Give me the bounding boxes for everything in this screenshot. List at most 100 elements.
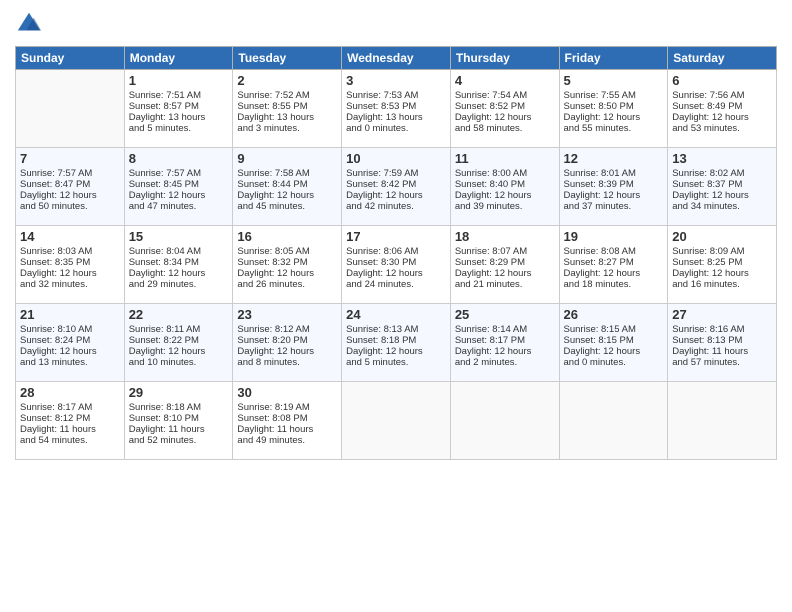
- day-info-line: Sunrise: 7:52 AM: [237, 90, 337, 101]
- day-info-line: Sunset: 8:15 PM: [564, 335, 664, 346]
- day-number: 14: [20, 229, 120, 244]
- day-info-line: Daylight: 12 hours: [564, 112, 664, 123]
- day-info-line: and 34 minutes.: [672, 201, 772, 212]
- day-info-line: Sunrise: 7:53 AM: [346, 90, 446, 101]
- calendar-cell: 23Sunrise: 8:12 AMSunset: 8:20 PMDayligh…: [233, 304, 342, 382]
- calendar-cell: 3Sunrise: 7:53 AMSunset: 8:53 PMDaylight…: [342, 70, 451, 148]
- day-info-line: Sunrise: 8:04 AM: [129, 246, 229, 257]
- calendar-cell: 26Sunrise: 8:15 AMSunset: 8:15 PMDayligh…: [559, 304, 668, 382]
- weekday-header: Saturday: [668, 47, 777, 70]
- day-info-line: and 55 minutes.: [564, 123, 664, 134]
- day-info-line: Sunset: 8:13 PM: [672, 335, 772, 346]
- day-number: 4: [455, 73, 555, 88]
- day-number: 11: [455, 151, 555, 166]
- day-info-line: Daylight: 12 hours: [129, 346, 229, 357]
- day-info-line: Sunrise: 7:56 AM: [672, 90, 772, 101]
- day-info-line: Sunrise: 8:06 AM: [346, 246, 446, 257]
- day-number: 22: [129, 307, 229, 322]
- day-info-line: Daylight: 12 hours: [237, 190, 337, 201]
- day-info-line: Daylight: 12 hours: [455, 346, 555, 357]
- day-info-line: Daylight: 12 hours: [564, 268, 664, 279]
- calendar-cell: 6Sunrise: 7:56 AMSunset: 8:49 PMDaylight…: [668, 70, 777, 148]
- calendar-cell: 10Sunrise: 7:59 AMSunset: 8:42 PMDayligh…: [342, 148, 451, 226]
- day-info-line: Daylight: 12 hours: [455, 112, 555, 123]
- day-info-line: Sunset: 8:30 PM: [346, 257, 446, 268]
- day-info-line: Daylight: 11 hours: [20, 424, 120, 435]
- calendar-cell: 11Sunrise: 8:00 AMSunset: 8:40 PMDayligh…: [450, 148, 559, 226]
- day-info-line: Daylight: 12 hours: [20, 346, 120, 357]
- calendar-cell: 4Sunrise: 7:54 AMSunset: 8:52 PMDaylight…: [450, 70, 559, 148]
- day-number: 23: [237, 307, 337, 322]
- day-info-line: and 18 minutes.: [564, 279, 664, 290]
- day-info-line: Daylight: 12 hours: [672, 112, 772, 123]
- day-info-line: Sunset: 8:49 PM: [672, 101, 772, 112]
- day-number: 20: [672, 229, 772, 244]
- day-info-line: and 42 minutes.: [346, 201, 446, 212]
- day-info-line: Sunrise: 8:11 AM: [129, 324, 229, 335]
- day-info-line: Sunset: 8:17 PM: [455, 335, 555, 346]
- day-info-line: Daylight: 12 hours: [455, 190, 555, 201]
- day-info-line: Daylight: 12 hours: [564, 190, 664, 201]
- weekday-header: Tuesday: [233, 47, 342, 70]
- calendar-cell: 25Sunrise: 8:14 AMSunset: 8:17 PMDayligh…: [450, 304, 559, 382]
- calendar-cell: 13Sunrise: 8:02 AMSunset: 8:37 PMDayligh…: [668, 148, 777, 226]
- day-info-line: and 50 minutes.: [20, 201, 120, 212]
- day-info-line: Sunrise: 8:02 AM: [672, 168, 772, 179]
- day-number: 1: [129, 73, 229, 88]
- weekday-header: Wednesday: [342, 47, 451, 70]
- day-info-line: and 24 minutes.: [346, 279, 446, 290]
- day-number: 26: [564, 307, 664, 322]
- calendar-cell: 30Sunrise: 8:19 AMSunset: 8:08 PMDayligh…: [233, 382, 342, 460]
- calendar-cell: 29Sunrise: 8:18 AMSunset: 8:10 PMDayligh…: [124, 382, 233, 460]
- day-info-line: Sunset: 8:32 PM: [237, 257, 337, 268]
- day-info-line: and 53 minutes.: [672, 123, 772, 134]
- day-number: 12: [564, 151, 664, 166]
- day-info-line: Daylight: 12 hours: [129, 268, 229, 279]
- day-info-line: and 47 minutes.: [129, 201, 229, 212]
- calendar-week-row: 14Sunrise: 8:03 AMSunset: 8:35 PMDayligh…: [16, 226, 777, 304]
- calendar-cell: 17Sunrise: 8:06 AMSunset: 8:30 PMDayligh…: [342, 226, 451, 304]
- day-number: 21: [20, 307, 120, 322]
- day-number: 2: [237, 73, 337, 88]
- day-info-line: Sunrise: 7:57 AM: [20, 168, 120, 179]
- day-info-line: and 5 minutes.: [346, 357, 446, 368]
- calendar-cell: [559, 382, 668, 460]
- day-info-line: and 0 minutes.: [346, 123, 446, 134]
- calendar-cell: 8Sunrise: 7:57 AMSunset: 8:45 PMDaylight…: [124, 148, 233, 226]
- day-number: 27: [672, 307, 772, 322]
- day-info-line: and 29 minutes.: [129, 279, 229, 290]
- day-info-line: Sunrise: 8:12 AM: [237, 324, 337, 335]
- day-info-line: Sunrise: 8:14 AM: [455, 324, 555, 335]
- day-info-line: Sunset: 8:50 PM: [564, 101, 664, 112]
- day-number: 15: [129, 229, 229, 244]
- logo: [15, 10, 47, 38]
- calendar-cell: 18Sunrise: 8:07 AMSunset: 8:29 PMDayligh…: [450, 226, 559, 304]
- header: [15, 10, 777, 38]
- calendar-cell: 1Sunrise: 7:51 AMSunset: 8:57 PMDaylight…: [124, 70, 233, 148]
- day-number: 28: [20, 385, 120, 400]
- day-info-line: Daylight: 13 hours: [237, 112, 337, 123]
- day-info-line: Sunrise: 7:59 AM: [346, 168, 446, 179]
- weekday-header: Sunday: [16, 47, 125, 70]
- page: SundayMondayTuesdayWednesdayThursdayFrid…: [0, 0, 792, 612]
- day-info-line: Sunset: 8:57 PM: [129, 101, 229, 112]
- day-info-line: Daylight: 12 hours: [672, 190, 772, 201]
- calendar-week-row: 28Sunrise: 8:17 AMSunset: 8:12 PMDayligh…: [16, 382, 777, 460]
- day-info-line: and 21 minutes.: [455, 279, 555, 290]
- day-info-line: Sunset: 8:47 PM: [20, 179, 120, 190]
- day-info-line: Sunrise: 7:57 AM: [129, 168, 229, 179]
- day-info-line: Sunset: 8:29 PM: [455, 257, 555, 268]
- day-info-line: Sunset: 8:37 PM: [672, 179, 772, 190]
- day-info-line: Sunset: 8:34 PM: [129, 257, 229, 268]
- calendar-cell: 9Sunrise: 7:58 AMSunset: 8:44 PMDaylight…: [233, 148, 342, 226]
- day-info-line: Sunset: 8:45 PM: [129, 179, 229, 190]
- day-info-line: and 26 minutes.: [237, 279, 337, 290]
- day-info-line: Sunset: 8:22 PM: [129, 335, 229, 346]
- weekday-header: Monday: [124, 47, 233, 70]
- day-info-line: and 49 minutes.: [237, 435, 337, 446]
- day-number: 24: [346, 307, 446, 322]
- logo-icon: [15, 10, 43, 38]
- day-info-line: Sunset: 8:42 PM: [346, 179, 446, 190]
- day-info-line: Sunset: 8:52 PM: [455, 101, 555, 112]
- day-info-line: Sunset: 8:39 PM: [564, 179, 664, 190]
